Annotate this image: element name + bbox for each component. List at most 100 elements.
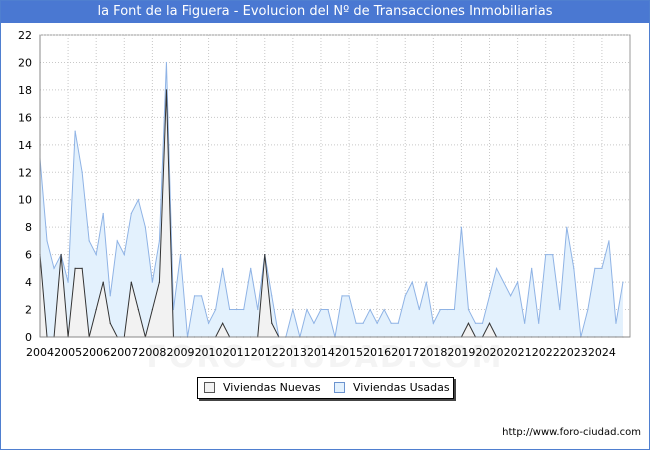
y-tick-label: 8 bbox=[25, 221, 32, 234]
series-nuevas-point bbox=[109, 322, 111, 324]
series-usadas-point bbox=[594, 267, 596, 269]
series-nuevas-point bbox=[95, 308, 97, 311]
series-usadas-point bbox=[67, 281, 69, 283]
x-tick-label: 2014 bbox=[307, 346, 335, 359]
series-usadas-point bbox=[320, 308, 322, 311]
y-tick-label: 10 bbox=[18, 194, 32, 207]
series-usadas-point bbox=[622, 281, 624, 283]
legend-swatch-usadas bbox=[334, 381, 345, 393]
series-usadas-point bbox=[601, 267, 603, 269]
series-usadas-point bbox=[517, 281, 519, 283]
series-usadas-point bbox=[327, 308, 329, 311]
x-tick-label: 2007 bbox=[110, 346, 138, 359]
y-tick-label: 16 bbox=[18, 111, 32, 124]
y-tick-label: 22 bbox=[18, 29, 32, 42]
legend-label-usadas: Viviendas Usadas bbox=[353, 381, 450, 394]
series-usadas-point bbox=[130, 212, 132, 215]
series-usadas-point bbox=[369, 308, 371, 311]
x-tick-label: 2017 bbox=[391, 346, 419, 359]
x-tick-label: 2008 bbox=[138, 346, 166, 359]
y-tick-label: 6 bbox=[25, 249, 32, 262]
series-usadas-point bbox=[418, 308, 420, 311]
series-usadas-point bbox=[460, 226, 463, 228]
series-usadas-point bbox=[573, 267, 575, 269]
x-tick-label: 2011 bbox=[223, 346, 251, 359]
series-usadas-point bbox=[271, 295, 273, 297]
series-usadas-point bbox=[151, 281, 153, 283]
series-nuevas-point bbox=[488, 322, 491, 324]
series-usadas-point bbox=[193, 295, 196, 297]
y-tick-label: 0 bbox=[25, 331, 32, 344]
legend-label-nuevas: Viviendas Nuevas bbox=[223, 381, 321, 394]
series-nuevas-point bbox=[137, 308, 139, 311]
credit-url[interactable]: http://www.foro-ciudad.com bbox=[502, 427, 641, 438]
x-tick-label: 2012 bbox=[251, 346, 279, 359]
y-tick-label: 14 bbox=[18, 139, 32, 152]
y-tick-label: 20 bbox=[18, 56, 32, 69]
y-tick-label: 4 bbox=[25, 276, 32, 289]
series-usadas-point bbox=[144, 226, 146, 228]
series-usadas-point bbox=[411, 281, 413, 283]
series-usadas-point bbox=[524, 322, 526, 324]
x-tick-label: 2016 bbox=[363, 346, 391, 359]
x-tick-label: 2009 bbox=[166, 346, 194, 359]
series-nuevas-point bbox=[222, 322, 224, 324]
series-nuevas-point bbox=[151, 308, 153, 311]
legend-item-usadas: Viviendas Usadas bbox=[334, 381, 450, 395]
x-tick-label: 2010 bbox=[195, 346, 223, 359]
series-usadas-point bbox=[137, 199, 139, 201]
legend-swatch-nuevas bbox=[204, 381, 215, 393]
series-nuevas-point bbox=[102, 281, 104, 283]
series-usadas-point bbox=[432, 322, 434, 324]
series-usadas-point bbox=[313, 322, 315, 324]
x-tick-label: 2024 bbox=[588, 346, 616, 359]
legend: Viviendas Nuevas Viviendas Usadas bbox=[197, 377, 454, 399]
series-usadas-point bbox=[165, 61, 168, 64]
series-nuevas-point bbox=[81, 267, 83, 269]
series-usadas-point bbox=[425, 281, 427, 283]
x-tick-label: 2023 bbox=[560, 346, 588, 359]
series-usadas-point bbox=[509, 295, 512, 297]
series-usadas-point bbox=[243, 308, 245, 311]
series-nuevas-point bbox=[130, 281, 132, 283]
y-tick-label: 12 bbox=[18, 166, 32, 179]
series-usadas-point bbox=[502, 281, 505, 283]
x-tick-label: 2019 bbox=[447, 346, 475, 359]
x-tick-label: 2005 bbox=[54, 346, 82, 359]
series-usadas-point bbox=[481, 322, 484, 324]
series-usadas-point bbox=[222, 267, 224, 269]
x-tick-label: 2018 bbox=[419, 346, 447, 359]
series-usadas-point bbox=[116, 240, 118, 242]
series-usadas-point bbox=[341, 295, 343, 297]
series-usadas-point bbox=[200, 295, 203, 297]
series-usadas-point bbox=[376, 322, 378, 324]
legend-item-nuevas: Viviendas Nuevas bbox=[204, 381, 321, 395]
series-usadas-point bbox=[587, 308, 589, 311]
series-nuevas-point bbox=[264, 254, 266, 256]
series-usadas-point bbox=[348, 295, 350, 297]
x-tick-label: 2022 bbox=[532, 346, 560, 359]
series-nuevas-point bbox=[74, 267, 76, 269]
series-usadas-point bbox=[123, 254, 125, 256]
series-usadas-point bbox=[257, 308, 259, 311]
series-usadas-point bbox=[306, 308, 308, 311]
series-usadas-point bbox=[474, 322, 477, 324]
series-usadas-point bbox=[383, 308, 385, 311]
y-tick-label: 2 bbox=[25, 304, 32, 317]
y-tick-label: 18 bbox=[18, 84, 32, 97]
series-usadas-point bbox=[362, 322, 364, 324]
series-usadas-point bbox=[495, 267, 498, 269]
series-usadas-point bbox=[538, 322, 540, 324]
x-tick-label: 2021 bbox=[504, 346, 532, 359]
series-usadas-point bbox=[179, 254, 182, 256]
series-usadas-point bbox=[95, 254, 97, 256]
series-usadas-point bbox=[439, 308, 441, 311]
series-usadas-point bbox=[109, 295, 111, 297]
series-usadas-point bbox=[355, 322, 357, 324]
series-usadas-point bbox=[53, 267, 55, 269]
series-nuevas-point bbox=[158, 281, 161, 283]
series-usadas-point bbox=[559, 308, 561, 311]
series-usadas-point bbox=[46, 240, 48, 242]
series-usadas-point bbox=[397, 322, 399, 324]
series-nuevas-point bbox=[467, 322, 470, 324]
